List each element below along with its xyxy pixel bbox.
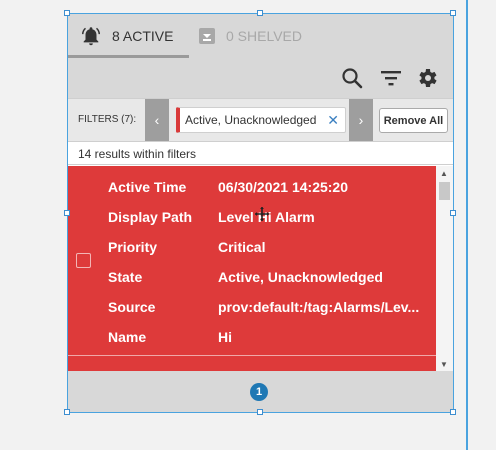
alarm-field-label: Source <box>108 299 156 315</box>
filter-bar: FILTERS (7): ‹ Active, Unacknowledged ✕ … <box>68 98 453 142</box>
tab-active-label: 8 ACTIVE <box>112 28 174 44</box>
shelve-icon <box>199 28 215 44</box>
alarm-field-value: Hi <box>218 329 232 345</box>
tab-bar: 8 ACTIVE 0 SHELVED <box>68 14 453 58</box>
alarm-row-source: Source prov:default:/tag:Alarms/Lev... <box>108 292 428 322</box>
resize-handle[interactable] <box>257 10 263 16</box>
move-cursor-icon <box>255 207 269 221</box>
filters-scroll-right-button[interactable]: › <box>349 99 373 141</box>
gear-icon[interactable] <box>415 66 439 90</box>
tab-shelved-alarms[interactable]: 0 SHELVED <box>198 14 302 58</box>
page-indicator[interactable]: 1 <box>250 383 268 401</box>
alarm-row-name: Name Hi <box>108 322 428 352</box>
resize-handle[interactable] <box>450 10 456 16</box>
filters-scroll-left-button[interactable]: ‹ <box>145 99 169 141</box>
filter-chip-label: Active, Unacknowledged <box>185 113 317 127</box>
tab-active-alarms[interactable]: 8 ACTIVE <box>68 14 189 58</box>
tab-shelved-label: 0 SHELVED <box>226 28 302 44</box>
vertical-scrollbar[interactable]: ▲ ▼ <box>436 166 453 371</box>
filter-chip[interactable]: Active, Unacknowledged ✕ <box>176 107 346 133</box>
alarm-field-label: Name <box>108 329 147 345</box>
alarm-field-label: State <box>108 269 143 285</box>
alarm-status-table[interactable]: 8 ACTIVE 0 SHELVED FILTERS (7): ‹ Active… <box>64 10 456 415</box>
canvas-edge-guide <box>466 0 468 450</box>
resize-handle[interactable] <box>64 10 70 16</box>
alarm-field-label: Priority <box>108 239 158 255</box>
remove-all-button[interactable]: Remove All <box>379 108 448 133</box>
alarm-field-value: 06/30/2021 14:25:20 <box>218 179 348 195</box>
scrollbar-thumb[interactable] <box>439 182 450 200</box>
filters-count-label: FILTERS (7): <box>78 114 137 125</box>
alarm-row-priority: Priority Critical <box>108 232 428 262</box>
alarm-field-label: Active Time <box>108 179 187 195</box>
alarm-card[interactable]: Active Time 06/30/2021 14:25:20 Display … <box>68 166 436 371</box>
scroll-down-icon[interactable]: ▼ <box>440 360 448 369</box>
chevron-left-icon: ‹ <box>154 112 160 128</box>
close-icon[interactable]: ✕ <box>327 112 339 129</box>
alarm-field-value: prov:default:/tag:Alarms/Lev... <box>218 299 420 315</box>
alarm-divider <box>68 355 436 356</box>
resize-handle[interactable] <box>450 210 456 216</box>
resize-handle[interactable] <box>64 409 70 415</box>
alarm-field-label: Display Path <box>108 209 193 225</box>
alarm-toolbar <box>68 58 453 98</box>
chevron-right-icon: › <box>358 112 364 128</box>
pagination-bar: 1 <box>68 371 453 412</box>
alarm-row-active-time: Active Time 06/30/2021 14:25:20 <box>108 172 428 202</box>
results-summary: 14 results within filters <box>68 142 453 165</box>
scroll-up-icon[interactable]: ▲ <box>440 169 448 178</box>
bell-icon <box>82 27 100 46</box>
designer-canvas: 8 ACTIVE 0 SHELVED FILTERS (7): ‹ Active… <box>0 0 496 450</box>
alarm-row-state: State Active, Unacknowledged <box>108 262 428 292</box>
alarm-field-value: Level Hi Alarm <box>218 209 315 225</box>
search-icon[interactable] <box>340 66 364 90</box>
filter-icon[interactable] <box>379 66 403 90</box>
resize-handle[interactable] <box>450 409 456 415</box>
alarm-field-value: Critical <box>218 239 266 255</box>
alarm-select-checkbox[interactable] <box>76 253 91 268</box>
resize-handle[interactable] <box>257 409 263 415</box>
alarm-field-value: Active, Unacknowledged <box>218 269 383 285</box>
resize-handle[interactable] <box>64 210 70 216</box>
